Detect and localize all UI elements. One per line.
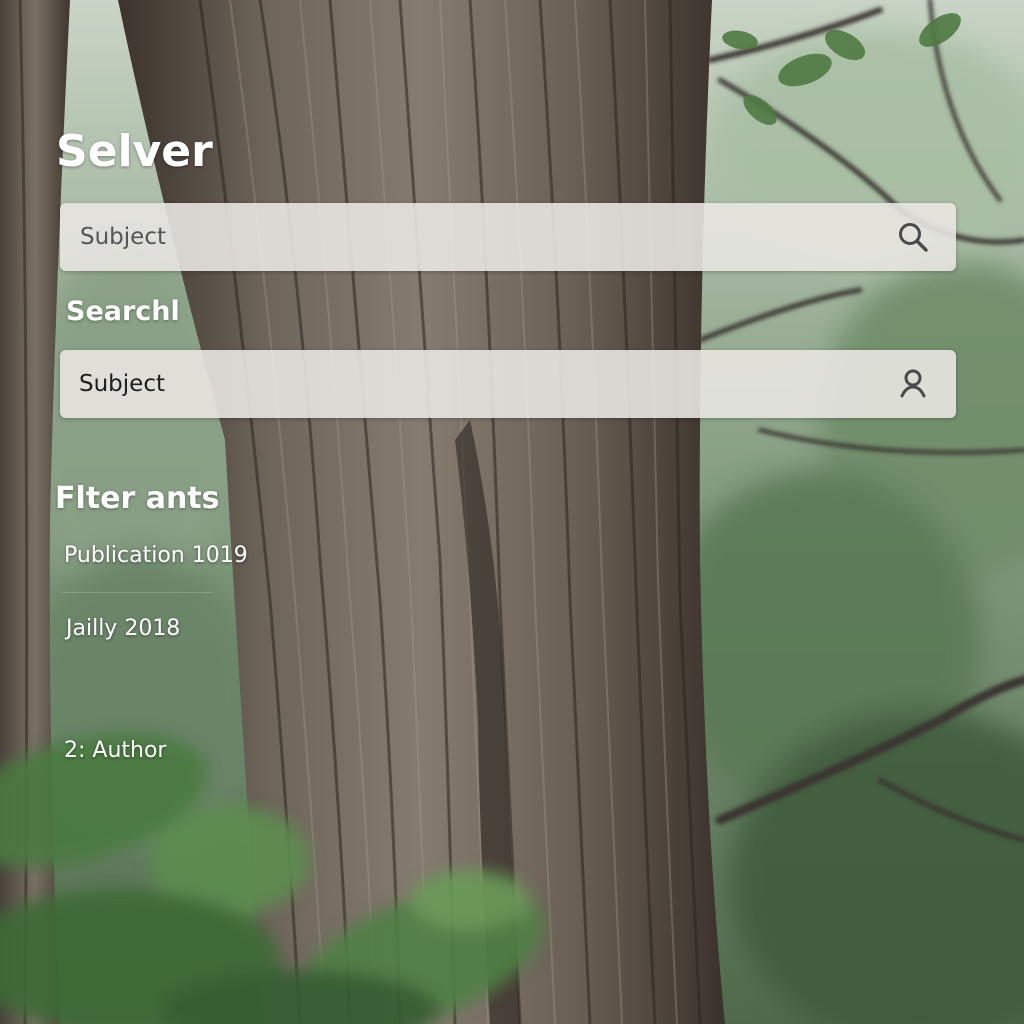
filters-heading: Flter ants: [55, 481, 220, 516]
search-section-heading: Searchl: [66, 296, 180, 327]
secondary-search-bar: [60, 350, 956, 418]
secondary-subject-input[interactable]: [79, 371, 896, 397]
filter-item-author[interactable]: 2: Author: [64, 738, 166, 763]
subject-search-input[interactable]: [80, 224, 896, 250]
user-icon[interactable]: [896, 367, 930, 401]
subject-search-bar: [60, 203, 956, 271]
search-icon[interactable]: [896, 220, 930, 254]
filter-item-publication[interactable]: Publication 1019: [64, 543, 248, 568]
filter-divider: [62, 592, 212, 593]
app-title: Selver: [56, 126, 213, 177]
filter-item-date[interactable]: Jailly 2018: [66, 616, 180, 641]
